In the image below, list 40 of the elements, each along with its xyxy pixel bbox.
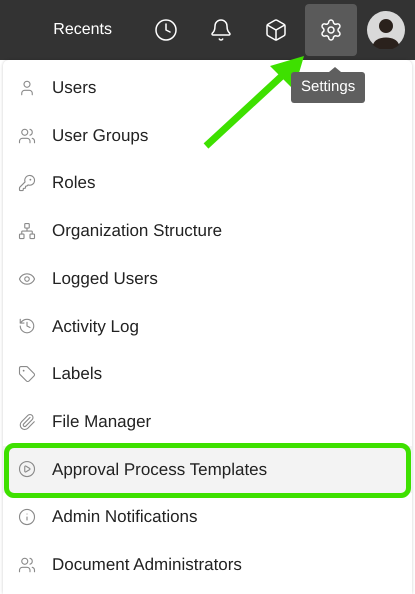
person-icon — [18, 78, 36, 97]
paperclip-icon — [18, 412, 36, 431]
menu-item[interactable]: Activity Log — [3, 302, 147, 350]
menu-item-label: Admin Notifications — [52, 506, 198, 528]
menu-item[interactable]: Labels — [3, 350, 110, 398]
settings-button[interactable] — [304, 4, 356, 56]
menu-item[interactable]: User Groups — [3, 112, 156, 160]
bell-icon — [208, 18, 232, 42]
menu-item-label: Labels — [52, 363, 102, 386]
menu-item-label: Logged Users — [52, 268, 158, 290]
avatar[interactable] — [367, 11, 405, 49]
menu-item[interactable]: Admin Notifications — [3, 493, 206, 541]
people-icon — [18, 556, 36, 574]
info-icon — [18, 508, 36, 526]
menu-item-label: Organization Structure — [52, 220, 222, 242]
menu-item[interactable]: Document Administrators — [3, 540, 250, 589]
people-icon — [18, 126, 36, 145]
key-icon — [18, 174, 36, 192]
hierarchy-icon — [18, 222, 36, 240]
history-icon — [18, 317, 36, 336]
menu-item[interactable]: Organization Structure — [3, 207, 230, 255]
tag-icon — [18, 364, 36, 383]
menu-item-label: Approval Process Templates — [52, 458, 268, 481]
menu-item[interactable]: File Manager — [3, 398, 160, 446]
menu-item-label: Activity Log — [52, 316, 139, 338]
menu-item-label: Document Administrators — [52, 554, 242, 576]
play-circle-icon — [18, 460, 36, 478]
clock-icon — [154, 18, 178, 42]
recents-link[interactable]: Recents — [53, 18, 112, 42]
menu-item[interactable]: Logged Users — [3, 254, 166, 302]
cube-icon — [264, 18, 288, 42]
menu-item-label: Users — [52, 77, 96, 100]
settings-icon — [318, 18, 342, 42]
menu-item[interactable]: Approval Process Templates — [3, 446, 412, 494]
menu-item-label: Roles — [52, 172, 96, 194]
menu-item[interactable]: Roles — [3, 159, 104, 208]
settings-tooltip: Settings — [291, 72, 366, 102]
menu-item-label: User Groups — [52, 124, 148, 147]
menu-item-label: File Manager — [52, 410, 152, 433]
menu-item[interactable]: Users — [3, 64, 104, 112]
